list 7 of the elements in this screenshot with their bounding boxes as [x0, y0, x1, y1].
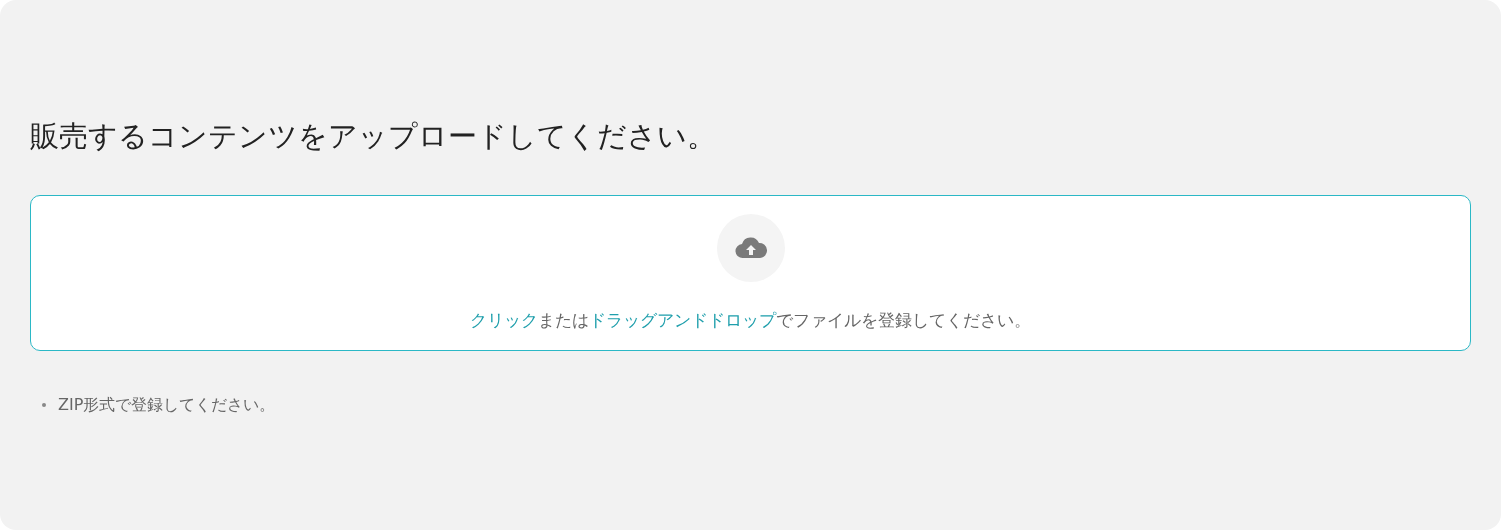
upload-instruction: クリック または ドラッグアンドドロップでファイルを登録してください。	[470, 309, 1031, 332]
note-text: ZIP形式で登録してください。	[58, 394, 276, 416]
bullet-icon	[42, 403, 46, 407]
page-heading: 販売するコンテンツをアップロードしてください。	[30, 118, 717, 155]
upload-link[interactable]: ドラッグアンドドロップ	[589, 310, 776, 330]
upload-link[interactable]: クリック	[470, 310, 538, 330]
upload-dropzone[interactable]: クリック または ドラッグアンドドロップでファイルを登録してください。	[30, 195, 1471, 351]
